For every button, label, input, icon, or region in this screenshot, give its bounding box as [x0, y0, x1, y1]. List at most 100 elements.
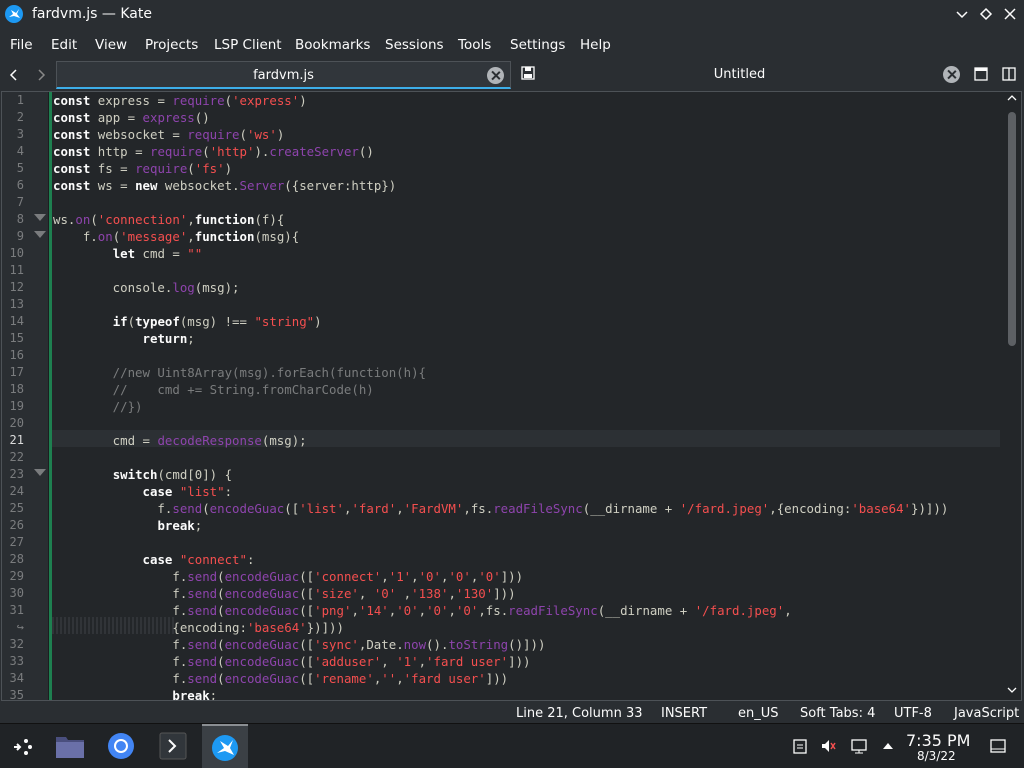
line-number: 9 [16, 229, 24, 243]
code-line: f.on('message',function(msg){ [53, 229, 300, 244]
line-number: 35 [9, 688, 24, 701]
clock-date[interactable]: 8/3/22 [917, 749, 956, 763]
code-line: ws.on('connection',function(f){ [53, 212, 285, 227]
code-line: f.send(encodeGuac(['sync',Date.now().toS… [53, 637, 546, 652]
menu-lsp-client[interactable]: LSP Client [214, 37, 282, 53]
app-launcher-button[interactable] [0, 724, 46, 768]
line-number: 16 [9, 348, 24, 362]
encoding[interactable]: UTF-8 [894, 706, 932, 721]
code-line: case "connect": [142, 552, 255, 567]
tab-label: Untitled [713, 67, 766, 82]
cursor-position[interactable]: Line 21, Column 33 [516, 706, 643, 721]
dictionary[interactable]: en_US [738, 706, 779, 721]
current-code-line: cmd = decodeResponse(msg); [53, 433, 307, 448]
code-editor[interactable]: 1 2 3 4 5 6 7 8 9 10 11 12 13 14 15 16 1… [1, 91, 1022, 701]
menu-view[interactable]: View [95, 37, 127, 53]
menu-help[interactable]: Help [580, 37, 611, 53]
menu-edit[interactable]: Edit [51, 37, 77, 53]
line-number: 1 [16, 93, 24, 107]
tray-arrow-icon[interactable] [880, 738, 896, 754]
menu-bar: File Edit View Projects LSP Client Bookm… [0, 31, 1024, 59]
tab-close-icon[interactable] [943, 66, 960, 83]
code-line: switch(cmd[0]) { [112, 467, 233, 482]
line-number: 11 [9, 263, 24, 277]
new-tab-icon[interactable] [974, 67, 988, 81]
line-number: 14 [9, 314, 24, 328]
tab-fardvm[interactable]: fardvm.js [56, 61, 511, 89]
scroll-down-icon[interactable] [1007, 685, 1017, 695]
scroll-thumb[interactable] [1008, 112, 1016, 346]
mute-icon[interactable] [820, 738, 836, 754]
network-icon[interactable] [851, 738, 867, 754]
scroll-up-icon[interactable] [1007, 93, 1017, 103]
folder-icon [56, 737, 84, 758]
app-launcher-icon [14, 739, 32, 755]
current-line-number: 21 [9, 433, 24, 447]
tab-label: fardvm.js [253, 68, 314, 83]
clipboard-icon[interactable] [792, 738, 808, 754]
line-number: 31 [9, 603, 24, 617]
menu-sessions[interactable]: Sessions [385, 37, 444, 53]
fold-toggle-icon[interactable] [34, 231, 46, 238]
kate-icon [212, 735, 238, 761]
taskbar: 7:35 PM 8/3/22 [0, 723, 1024, 768]
wrap-marker: ↪ [16, 620, 24, 634]
syntax-mode[interactable]: JavaScript [954, 706, 1019, 721]
menu-file[interactable]: File [10, 37, 33, 53]
arrow-right-icon[interactable] [33, 67, 49, 83]
line-number: 15 [9, 331, 24, 345]
terminal-icon [159, 732, 187, 760]
line-number: 34 [9, 671, 24, 685]
arrow-left-icon[interactable] [6, 67, 22, 83]
code-line: return; [142, 331, 195, 346]
line-number: 6 [16, 178, 24, 192]
line-number: 25 [9, 501, 24, 515]
code-line: const http = require('http').createServe… [53, 144, 374, 159]
tab-close-icon[interactable] [487, 67, 504, 84]
code-line: f.send(encodeGuac(['png','14','0','0','0… [53, 603, 792, 618]
code-line-wrapped: {encoding:'base64'})])) [53, 620, 344, 635]
code-line: const fs = require('fs') [53, 161, 233, 176]
code-comment-line: //new Uint8Array(msg).forEach(function(h… [53, 365, 426, 380]
clock-time[interactable]: 7:35 PM [906, 731, 970, 750]
code-line: f.send(encodeGuac(['size', '0' ,'138','1… [53, 586, 516, 601]
code-line: const websocket = require('ws') [53, 127, 285, 142]
tab-bar: fardvm.js Untitled [0, 60, 1024, 90]
line-number: 4 [16, 144, 24, 158]
line-number: 13 [9, 297, 24, 311]
code-line: case "list": [142, 484, 233, 499]
code-line: const ws = new websocket.Server({server:… [53, 178, 397, 193]
code-comment-line: // cmd += String.fromCharCode(h) [53, 382, 374, 397]
file-manager-button[interactable] [46, 724, 92, 768]
code-line: console.log(msg); [53, 280, 240, 295]
line-number: 19 [9, 399, 24, 413]
indent-setting[interactable]: Soft Tabs: 4 [800, 706, 875, 721]
fold-toggle-icon[interactable] [34, 469, 46, 476]
code-line: f.send(encodeGuac(['list','fard','FardVM… [53, 501, 949, 516]
menu-tools[interactable]: Tools [458, 37, 491, 53]
menu-bookmarks[interactable]: Bookmarks [295, 37, 370, 53]
line-number: 20 [9, 416, 24, 430]
minimize-chevron-down-icon[interactable] [954, 6, 970, 22]
window-title: fardvm.js — Kate [32, 6, 152, 22]
close-icon[interactable] [1002, 6, 1018, 22]
menu-settings[interactable]: Settings [510, 37, 565, 53]
tab-untitled[interactable]: Untitled [512, 61, 967, 89]
input-mode[interactable]: INSERT [661, 706, 707, 721]
maximize-diamond-icon[interactable] [978, 6, 994, 22]
split-view-icon[interactable] [1002, 67, 1016, 81]
line-number: 22 [9, 450, 24, 464]
terminal-button[interactable] [150, 724, 196, 768]
code-comment-line: //}) [53, 399, 143, 414]
line-number: 30 [9, 586, 24, 600]
browser-button[interactable] [98, 724, 144, 768]
show-desktop-icon[interactable] [990, 738, 1006, 754]
code-line: break; [157, 518, 203, 533]
menu-projects[interactable]: Projects [145, 37, 198, 53]
line-number: 29 [9, 569, 24, 583]
code-line: const app = express() [53, 110, 210, 125]
line-number: 12 [9, 280, 24, 294]
line-number: 3 [16, 127, 24, 141]
fold-toggle-icon[interactable] [34, 214, 46, 221]
kate-task-button[interactable] [202, 724, 248, 768]
